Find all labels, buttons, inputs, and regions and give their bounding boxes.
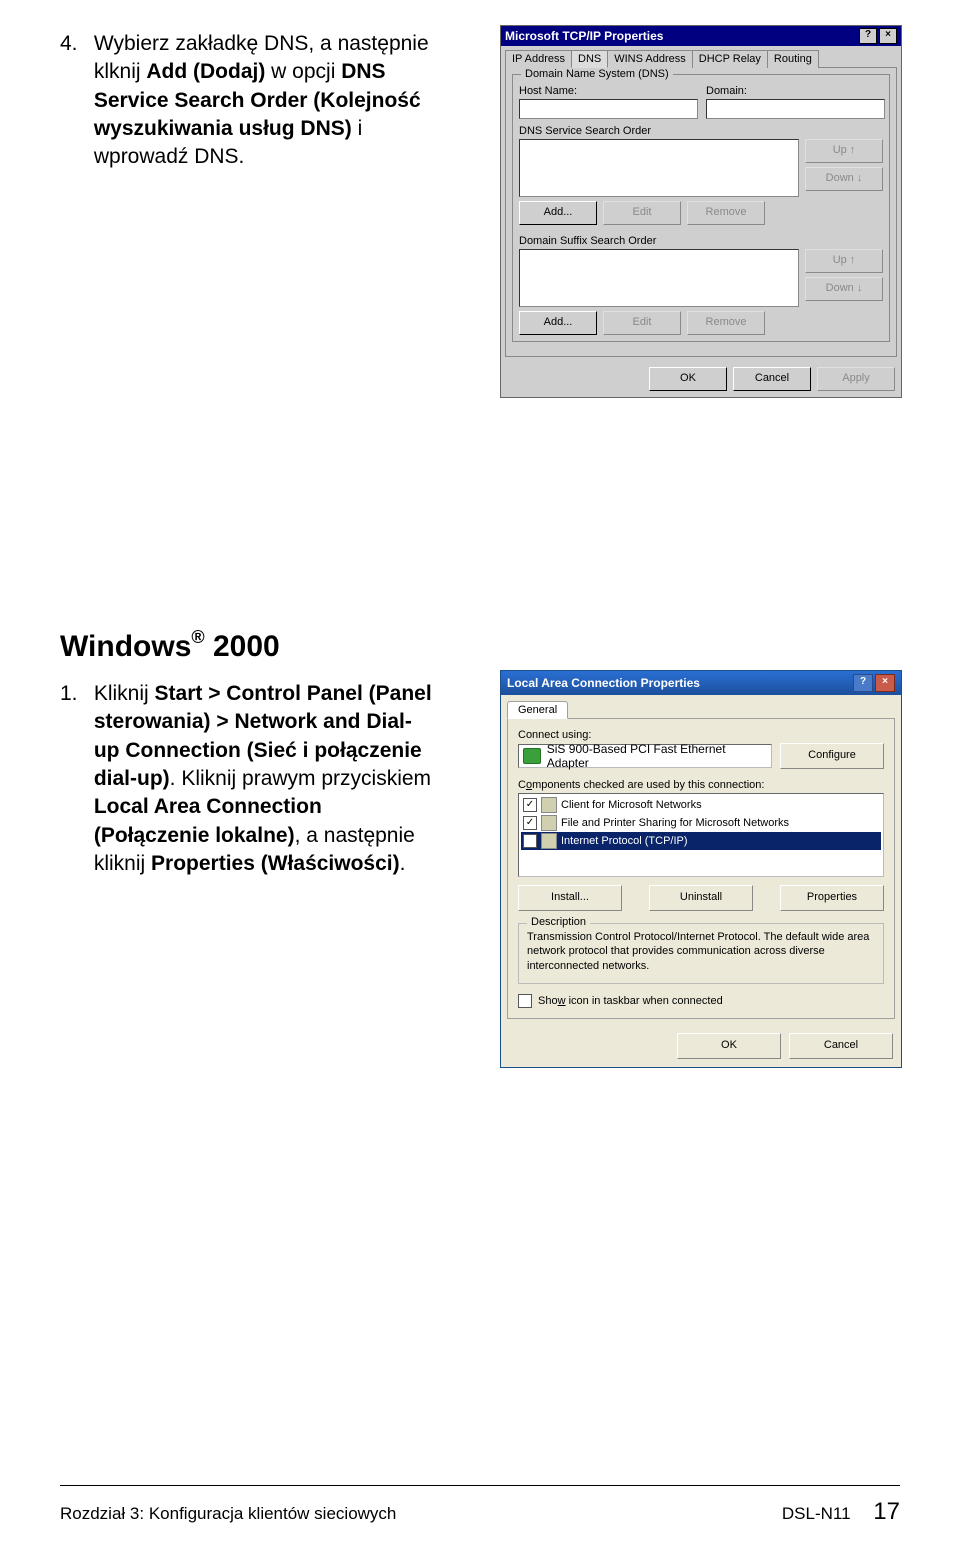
list-item-label: Internet Protocol (TCP/IP) <box>561 835 688 847</box>
configure-button[interactable]: Configure <box>780 743 884 769</box>
tab-dns[interactable]: DNS <box>571 50 608 68</box>
suffix-up-button[interactable]: Up ↑ <box>805 249 883 273</box>
list-item-label: File and Printer Sharing for Microsoft N… <box>561 817 789 829</box>
components-list[interactable]: ✓ Client for Microsoft Networks ✓ File a… <box>518 793 884 877</box>
checkbox-icon[interactable]: ✓ <box>523 816 537 830</box>
step-1-number: 1. <box>60 680 88 708</box>
registered-icon: ® <box>191 627 204 647</box>
nic-icon <box>523 748 541 764</box>
step-1-bold2: Local Area Connection (Połączenie lokaln… <box>94 795 322 846</box>
footer-page-number: 17 <box>873 1498 900 1525</box>
description-legend: Description <box>527 916 590 928</box>
components-label: Components checked are used by this conn… <box>518 779 884 791</box>
tcpip-title: Microsoft TCP/IP Properties <box>505 29 663 43</box>
dns-down-button[interactable]: Down ↓ <box>805 167 883 191</box>
suffix-edit-button[interactable]: Edit <box>603 311 681 335</box>
windows-2000-heading: Windows® 2000 <box>60 630 280 664</box>
tab-routing[interactable]: Routing <box>767 50 819 68</box>
page-footer: Rozdział 3: Konfiguracja klientów siecio… <box>60 1498 900 1526</box>
client-icon <box>541 797 557 813</box>
close-icon[interactable]: × <box>879 28 897 44</box>
step-1-pre: Kliknij <box>94 682 155 705</box>
footer-chapter: Rozdział 3: Konfiguracja klientów siecio… <box>60 1504 396 1524</box>
service-icon <box>541 815 557 831</box>
apply-button[interactable]: Apply <box>817 367 895 391</box>
heading-pre: Windows <box>60 630 191 663</box>
dns-group-legend: Domain Name System (DNS) <box>521 68 673 80</box>
tab-general[interactable]: General <box>507 701 568 719</box>
host-name-input[interactable] <box>519 99 698 119</box>
domain-label: Domain: <box>706 85 883 97</box>
step-4-text: 4. Wybierz zakładkę DNS, a następnie klk… <box>60 30 440 172</box>
step-4-mid: w opcji <box>265 60 341 83</box>
protocol-icon <box>541 833 557 849</box>
suffix-add-button[interactable]: Add... <box>519 311 597 335</box>
uninstall-button[interactable]: Uninstall <box>649 885 753 911</box>
checkbox-icon[interactable]: ✓ <box>523 834 537 848</box>
step-1-text: 1. Kliknij Start > Control Panel (Panel … <box>60 680 440 878</box>
step-1-body: Kliknij Start > Control Panel (Panel ste… <box>94 680 434 878</box>
description-box: Description Transmission Control Protoco… <box>518 923 884 984</box>
domain-input[interactable] <box>706 99 885 119</box>
connect-using-label: Connect using: <box>518 729 884 741</box>
description-text: Transmission Control Protocol/Internet P… <box>527 930 875 973</box>
lan-button-row: OK Cancel <box>501 1025 901 1067</box>
step-1-post: . <box>400 852 406 875</box>
footer-right: DSL-N11 17 <box>782 1498 900 1526</box>
lan-title: Local Area Connection Properties <box>507 676 700 690</box>
step-1-bold3: Properties (Właściwości) <box>151 852 400 875</box>
cancel-button[interactable]: Cancel <box>733 367 811 391</box>
dns-order-list[interactable] <box>519 139 799 197</box>
tcpip-titlebar: Microsoft TCP/IP Properties ? × <box>501 26 901 46</box>
suffix-down-button[interactable]: Down ↓ <box>805 277 883 301</box>
dns-up-button[interactable]: Up ↑ <box>805 139 883 163</box>
install-button[interactable]: Install... <box>518 885 622 911</box>
tcpip-tabs: IP Address DNS WINS Address DHCP Relay R… <box>501 46 901 68</box>
dns-edit-button[interactable]: Edit <box>603 201 681 225</box>
suffix-remove-button[interactable]: Remove <box>687 311 765 335</box>
list-item[interactable]: ✓ File and Printer Sharing for Microsoft… <box>521 814 881 832</box>
dns-group: Domain Name System (DNS) Host Name: Doma… <box>512 74 890 342</box>
suffix-order-list[interactable] <box>519 249 799 307</box>
step-4-body: Wybierz zakładkę DNS, a następnie klknij… <box>94 30 434 172</box>
suffix-order-label: Domain Suffix Search Order <box>519 235 883 247</box>
dns-remove-button[interactable]: Remove <box>687 201 765 225</box>
tab-ipaddress[interactable]: IP Address <box>505 50 572 68</box>
close-icon[interactable]: × <box>875 674 895 692</box>
step-4-bold1: Add (Dodaj) <box>146 60 265 83</box>
show-icon-label: Show icon in taskbar when connected <box>538 995 723 1007</box>
adapter-box: SiS 900-Based PCI Fast Ethernet Adapter <box>518 744 772 768</box>
checkbox-icon[interactable]: ✓ <box>523 798 537 812</box>
step-4-number: 4. <box>60 30 88 58</box>
tcpip-panel: Domain Name System (DNS) Host Name: Doma… <box>505 67 897 357</box>
lan-dialog: Local Area Connection Properties ? × Gen… <box>500 670 902 1068</box>
tab-wins[interactable]: WINS Address <box>607 50 693 68</box>
list-item[interactable]: ✓ Internet Protocol (TCP/IP) <box>521 832 881 850</box>
step-1-mid: . Kliknij prawym przyciskiem <box>170 767 431 790</box>
lan-panel: Connect using: SiS 900-Based PCI Fast Et… <box>507 718 895 1019</box>
list-item[interactable]: ✓ Client for Microsoft Networks <box>521 796 881 814</box>
list-item-label: Client for Microsoft Networks <box>561 799 702 811</box>
footer-model: DSL-N11 <box>782 1504 851 1523</box>
help-icon[interactable]: ? <box>853 674 873 692</box>
cancel-button[interactable]: Cancel <box>789 1033 893 1059</box>
show-icon-row[interactable]: Show icon in taskbar when connected <box>518 994 884 1008</box>
tab-dhcp[interactable]: DHCP Relay <box>692 50 768 68</box>
ok-button[interactable]: OK <box>649 367 727 391</box>
dns-order-label: DNS Service Search Order <box>519 125 883 137</box>
host-name-label: Host Name: <box>519 85 696 97</box>
help-icon[interactable]: ? <box>859 28 877 44</box>
checkbox-icon[interactable] <box>518 994 532 1008</box>
lan-titlebar: Local Area Connection Properties ? × <box>501 671 901 695</box>
tcpip-button-row: OK Cancel Apply <box>501 361 901 397</box>
tcpip-dialog: Microsoft TCP/IP Properties ? × IP Addre… <box>500 25 902 398</box>
properties-button[interactable]: Properties <box>780 885 884 911</box>
lan-tabs: General <box>501 695 901 719</box>
heading-post: 2000 <box>205 630 280 663</box>
footer-rule <box>60 1485 900 1486</box>
ok-button[interactable]: OK <box>677 1033 781 1059</box>
dns-add-button[interactable]: Add... <box>519 201 597 225</box>
adapter-name: SiS 900-Based PCI Fast Ethernet Adapter <box>547 742 767 770</box>
